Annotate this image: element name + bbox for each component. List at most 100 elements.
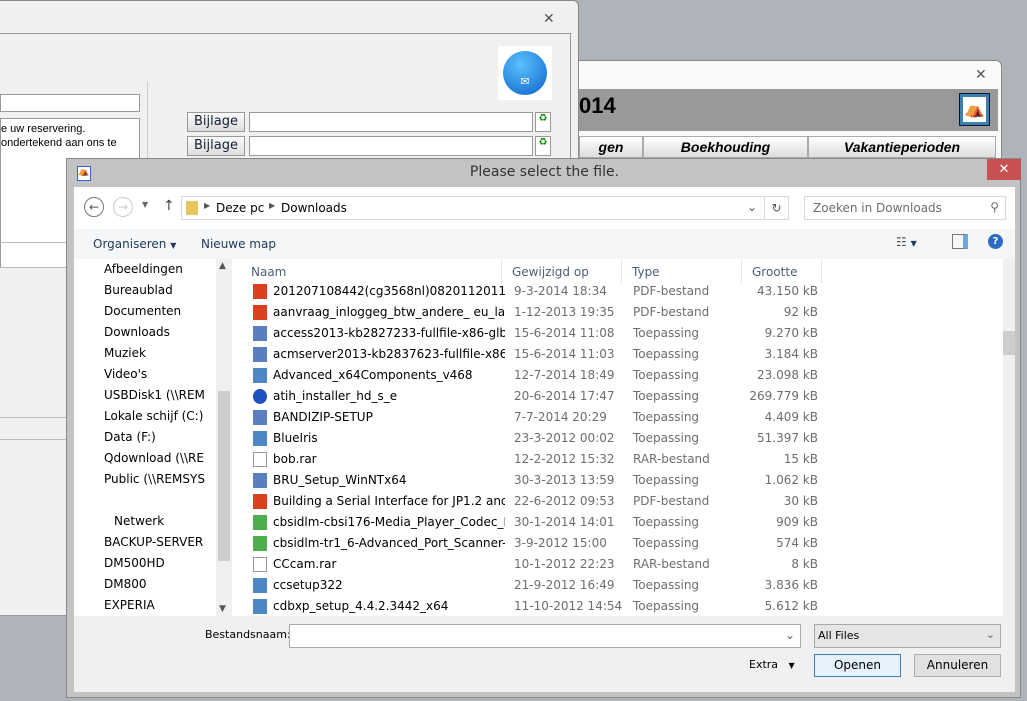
nav-item-computer[interactable]: DM500HD (104, 553, 220, 573)
file-row[interactable]: aanvraag_inloggeg_btw_andere_ eu_land...… (241, 302, 1001, 323)
file-type: Toepassing (633, 578, 700, 592)
file-name: Building a Serial Interface for JP1.2 an… (273, 494, 505, 508)
breadcrumb-item[interactable]: Deze pc (216, 201, 264, 215)
chevron-down-icon[interactable]: ⌄ (747, 200, 757, 214)
nav-item[interactable]: Qdownload (\\RE (104, 448, 220, 468)
preview-pane-icon[interactable] (952, 234, 968, 249)
file-name: ccsetup322 (273, 578, 343, 592)
file-row[interactable]: acmserver2013-kb2837623-fullfile-x86-glb… (241, 344, 1001, 365)
nav-item[interactable]: Public (\\REMSYS (104, 469, 220, 489)
file-row[interactable]: Advanced_x64Components_v468 12-7-2014 18… (241, 365, 1001, 386)
message-line: ondertekend aan ons te (1, 137, 117, 149)
column-header-size[interactable]: Grootte (742, 259, 822, 283)
file-row[interactable]: cbsidlm-tr1_6-Advanced_Port_Scanner-9...… (241, 533, 1001, 554)
nav-item[interactable]: Bureaublad (104, 280, 220, 300)
file-type: PDF-bestand (633, 284, 710, 298)
help-icon[interactable]: ? (988, 234, 1003, 249)
file-row[interactable]: atih_installer_hd_s_e 20-6-2014 17:47 To… (241, 386, 1001, 407)
up-button[interactable]: ↑ (163, 198, 175, 214)
cancel-button[interactable]: Annuleren (914, 654, 1001, 677)
chevron-down-icon[interactable]: ⌄ (785, 628, 795, 642)
file-row[interactable]: cdbxp_setup_4.4.2.3442_x64 11-10-2012 14… (241, 596, 1001, 616)
subject-field[interactable] (0, 94, 140, 112)
nav-item-network[interactable]: Netwerk (114, 511, 230, 531)
setup-file-icon (253, 410, 267, 425)
forward-button[interactable]: → (113, 197, 133, 217)
file-date: 15-6-2014 11:08 (514, 326, 615, 340)
background-window-2: ✕ 014 ⛺ gen Boekhouding Vakantieperioden (578, 60, 1002, 170)
file-size: 1.062 kB (764, 473, 818, 487)
scrollbar-thumb[interactable] (218, 391, 230, 561)
nav-item-computer[interactable]: DM800 (104, 574, 220, 594)
trash-icon[interactable]: ♻ (535, 136, 551, 156)
attachment-button[interactable]: Bijlage (187, 136, 245, 156)
app-file-icon (253, 431, 267, 446)
column-header-type[interactable]: Type (622, 259, 742, 283)
nav-item[interactable]: USBDisk1 (\\REM (104, 385, 220, 405)
file-list-scrollbar[interactable] (1003, 259, 1015, 616)
file-size: 3.836 kB (764, 578, 818, 592)
filename-input[interactable]: ⌄ (289, 624, 801, 648)
search-input[interactable]: Zoeken in Downloads ⚲ (804, 196, 1006, 220)
close-button[interactable]: ✕ (987, 159, 1021, 180)
attachment-field[interactable] (249, 136, 533, 156)
file-row[interactable]: BlueIris 23-3-2012 00:02 Toepassing 51.3… (241, 428, 1001, 449)
tab-boekhouding[interactable]: Boekhouding (643, 136, 808, 158)
nav-item[interactable]: Lokale schijf (C:) (104, 406, 220, 426)
file-type: Toepassing (633, 410, 700, 424)
file-type: RAR-bestand (633, 557, 710, 571)
file-type-select[interactable]: All Files ⌄ (814, 624, 1001, 648)
file-dialog: ⛺ Please select the file. ✕ ← → ▼ ↑ ▶ De… (66, 158, 1021, 698)
file-size: 3.184 kB (764, 347, 818, 361)
address-bar[interactable]: ▶ Deze pc ▶ Downloads ⌄ (181, 196, 765, 220)
organize-button[interactable]: Organiseren ▼ (93, 237, 176, 251)
close-icon[interactable]: ✕ (543, 11, 555, 27)
file-name: BlueIris (273, 431, 318, 445)
nav-item-computer[interactable]: EXPERIA (104, 595, 220, 615)
nav-item[interactable]: Afbeeldingen (104, 259, 220, 279)
file-size: 51.397 kB (757, 431, 818, 445)
file-row[interactable]: CCcam.rar 10-1-2012 22:23 RAR-bestand 8 … (241, 554, 1001, 575)
file-size: 574 kB (776, 536, 818, 550)
email-logo[interactable]: ✉ (498, 46, 552, 100)
extra-button[interactable]: Extra ▼ (749, 658, 795, 671)
scrollbar-thumb[interactable] (1003, 331, 1015, 355)
nav-item[interactable]: Video's (104, 364, 220, 384)
open-button[interactable]: Openen (814, 654, 901, 677)
attachment-button[interactable]: Bijlage (187, 112, 245, 132)
email-icon: ✉ (503, 51, 547, 95)
nav-item[interactable]: Muziek (104, 343, 220, 363)
file-row[interactable]: cbsidlm-cbsi176-Media_Player_Codec_P... … (241, 512, 1001, 533)
file-row[interactable]: BRU_Setup_WinNTx64 30-3-2013 13:59 Toepa… (241, 470, 1001, 491)
nav-item[interactable]: Documenten (104, 301, 220, 321)
file-name: cbsidlm-tr1_6-Advanced_Port_Scanner-9... (273, 536, 505, 550)
file-row[interactable]: bob.rar 12-2-2012 15:32 RAR-bestand 15 k… (241, 449, 1001, 470)
file-row[interactable]: BANDIZIP-SETUP 7-7-2014 20:29 Toepassing… (241, 407, 1001, 428)
file-row[interactable]: access2013-kb2827233-fullfile-x86-glb 15… (241, 323, 1001, 344)
tab-1[interactable]: gen (579, 136, 643, 158)
view-options-icon[interactable]: ☷ ▼ (896, 235, 917, 249)
file-name: access2013-kb2827233-fullfile-x86-glb (273, 326, 505, 340)
breadcrumb-item[interactable]: Downloads (281, 201, 347, 215)
nav-item[interactable]: Downloads (104, 322, 220, 342)
sort-ascending-icon: ^ (371, 259, 378, 264)
trash-icon[interactable]: ♻ (535, 112, 551, 132)
refresh-button[interactable]: ↻ (764, 196, 789, 220)
tab-vakantieperioden[interactable]: Vakantieperioden (808, 136, 996, 158)
close-icon[interactable]: ✕ (975, 67, 987, 83)
file-row[interactable]: ccsetup322 21-9-2012 16:49 Toepassing 3.… (241, 575, 1001, 596)
nav-item-computer[interactable]: BACKUP-SERVER (104, 532, 220, 552)
column-header-modified[interactable]: Gewijzigd op (502, 259, 622, 283)
nav-scrollbar[interactable]: ▲ ▼ (216, 259, 232, 616)
attachment-field[interactable] (249, 112, 533, 132)
file-row[interactable]: 201207108442(cg3568nl)082011201106220...… (241, 281, 1001, 302)
nav-item[interactable]: Data (F:) (104, 427, 220, 447)
new-folder-button[interactable]: Nieuwe map (201, 237, 276, 251)
setup-file-icon (253, 473, 267, 488)
file-name: acmserver2013-kb2837623-fullfile-x86-glb (273, 347, 505, 361)
camping-logo[interactable]: ⛺ (959, 93, 990, 126)
back-button[interactable]: ← (84, 197, 104, 217)
file-row[interactable]: Building a Serial Interface for JP1.2 an… (241, 491, 1001, 512)
file-type: Toepassing (633, 536, 700, 550)
recent-dropdown-icon[interactable]: ▼ (142, 200, 148, 209)
